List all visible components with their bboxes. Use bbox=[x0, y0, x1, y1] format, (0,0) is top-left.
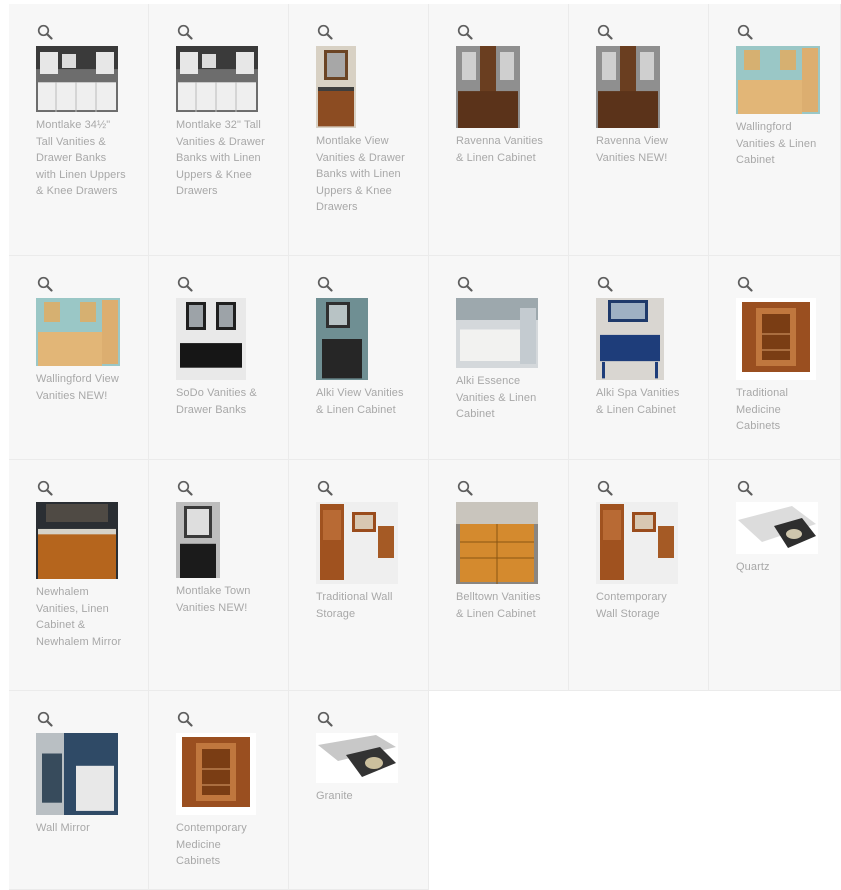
product-thumbnail[interactable] bbox=[596, 298, 664, 380]
empty-cell bbox=[429, 691, 569, 890]
product-label[interactable]: Contemporary Wall Storage bbox=[596, 589, 688, 622]
product-label[interactable]: Alki Essence Vanities & Linen Cabinet bbox=[456, 373, 548, 423]
product-thumbnail[interactable] bbox=[456, 502, 538, 584]
product-label[interactable]: Traditional Wall Storage bbox=[316, 589, 408, 622]
product-thumbnail[interactable] bbox=[316, 502, 398, 584]
empty-cell bbox=[569, 691, 709, 890]
product-label[interactable]: Montlake Town Vanities NEW! bbox=[176, 583, 268, 616]
product-tile[interactable]: Alki Spa Vanities & Linen Cabinet bbox=[569, 256, 709, 460]
search-icon[interactable] bbox=[37, 711, 53, 727]
grid-row: Newhalem Vanities, Linen Cabinet & Newha… bbox=[9, 460, 841, 691]
search-icon[interactable] bbox=[737, 24, 753, 40]
product-thumbnail[interactable] bbox=[176, 733, 256, 815]
product-tile[interactable]: Ravenna View Vanities NEW! bbox=[569, 4, 709, 256]
product-thumbnail[interactable] bbox=[36, 46, 118, 112]
product-label[interactable]: Ravenna Vanities & Linen Cabinet bbox=[456, 133, 548, 166]
product-label[interactable]: Granite bbox=[316, 788, 408, 805]
empty-cell bbox=[709, 691, 841, 890]
product-thumbnail[interactable] bbox=[596, 46, 660, 128]
product-label[interactable]: SoDo Vanities & Drawer Banks bbox=[176, 385, 268, 418]
product-label[interactable]: Wall Mirror bbox=[36, 820, 128, 837]
product-thumbnail[interactable] bbox=[176, 46, 258, 112]
search-icon[interactable] bbox=[457, 24, 473, 40]
search-icon[interactable] bbox=[177, 711, 193, 727]
product-tile[interactable]: Quartz bbox=[709, 460, 841, 691]
product-thumbnail[interactable] bbox=[36, 298, 120, 366]
product-tile[interactable]: Belltown Vanities & Linen Cabinet bbox=[429, 460, 569, 691]
grid-row: Wallingford View Vanities NEW! SoDo Vani… bbox=[9, 256, 841, 460]
product-tile[interactable]: Granite bbox=[289, 691, 429, 890]
product-thumbnail[interactable] bbox=[36, 733, 118, 815]
product-tile[interactable]: Wallingford View Vanities NEW! bbox=[9, 256, 149, 460]
product-tile[interactable]: Traditional Wall Storage bbox=[289, 460, 429, 691]
product-thumbnail[interactable] bbox=[36, 502, 118, 579]
product-tile[interactable]: Contemporary Wall Storage bbox=[569, 460, 709, 691]
product-tile[interactable]: Wallingford Vanities & Linen Cabinet bbox=[709, 4, 841, 256]
search-icon[interactable] bbox=[177, 480, 193, 496]
product-tile[interactable]: Wall Mirror bbox=[9, 691, 149, 890]
product-label[interactable]: Wallingford View Vanities NEW! bbox=[36, 371, 128, 404]
product-thumbnail[interactable] bbox=[316, 298, 368, 380]
search-icon[interactable] bbox=[317, 276, 333, 292]
product-thumbnail[interactable] bbox=[736, 502, 818, 554]
product-label[interactable]: Belltown Vanities & Linen Cabinet bbox=[456, 589, 548, 622]
search-icon[interactable] bbox=[317, 480, 333, 496]
search-icon[interactable] bbox=[317, 24, 333, 40]
product-tile[interactable]: Montlake 34½" Tall Vanities & Drawer Ban… bbox=[9, 4, 149, 256]
product-label[interactable]: Montlake View Vanities & Drawer Banks wi… bbox=[316, 133, 408, 216]
product-thumbnail[interactable] bbox=[316, 733, 398, 783]
search-icon[interactable] bbox=[317, 711, 333, 727]
product-label[interactable]: Montlake 34½" Tall Vanities & Drawer Ban… bbox=[36, 117, 128, 200]
product-tile[interactable]: Traditional Medicine Cabinets bbox=[709, 256, 841, 460]
product-thumbnail[interactable] bbox=[316, 46, 356, 128]
search-icon[interactable] bbox=[177, 24, 193, 40]
search-icon[interactable] bbox=[457, 276, 473, 292]
product-thumbnail[interactable] bbox=[736, 46, 820, 114]
product-label[interactable]: Alki Spa Vanities & Linen Cabinet bbox=[596, 385, 688, 418]
search-icon[interactable] bbox=[597, 24, 613, 40]
search-icon[interactable] bbox=[737, 480, 753, 496]
grid-row: Montlake 34½" Tall Vanities & Drawer Ban… bbox=[9, 4, 841, 256]
product-tile[interactable]: SoDo Vanities & Drawer Banks bbox=[149, 256, 289, 460]
product-label[interactable]: Montlake 32" Tall Vanities & Drawer Bank… bbox=[176, 117, 268, 200]
grid-row: Wall Mirror Contemporary Medicine Cabine… bbox=[9, 691, 841, 890]
product-label[interactable]: Newhalem Vanities, Linen Cabinet & Newha… bbox=[36, 584, 128, 650]
product-label[interactable]: Wallingford Vanities & Linen Cabinet bbox=[736, 119, 828, 169]
search-icon[interactable] bbox=[37, 24, 53, 40]
product-thumbnail[interactable] bbox=[176, 502, 220, 578]
search-icon[interactable] bbox=[737, 276, 753, 292]
product-tile[interactable]: Montlake View Vanities & Drawer Banks wi… bbox=[289, 4, 429, 256]
search-icon[interactable] bbox=[457, 480, 473, 496]
product-thumbnail[interactable] bbox=[736, 298, 816, 380]
product-tile[interactable]: Contemporary Medicine Cabinets bbox=[149, 691, 289, 890]
product-tile[interactable]: Montlake 32" Tall Vanities & Drawer Bank… bbox=[149, 4, 289, 256]
search-icon[interactable] bbox=[597, 480, 613, 496]
search-icon[interactable] bbox=[37, 480, 53, 496]
product-label[interactable]: Traditional Medicine Cabinets bbox=[736, 385, 828, 435]
product-label[interactable]: Alki View Vanities & Linen Cabinet bbox=[316, 385, 408, 418]
product-tile[interactable]: Newhalem Vanities, Linen Cabinet & Newha… bbox=[9, 460, 149, 691]
product-label[interactable]: Quartz bbox=[736, 559, 828, 576]
product-tile[interactable]: Alki View Vanities & Linen Cabinet bbox=[289, 256, 429, 460]
search-icon[interactable] bbox=[597, 276, 613, 292]
product-tile[interactable]: Ravenna Vanities & Linen Cabinet bbox=[429, 4, 569, 256]
search-icon[interactable] bbox=[37, 276, 53, 292]
product-tile[interactable]: Alki Essence Vanities & Linen Cabinet bbox=[429, 256, 569, 460]
product-label[interactable]: Ravenna View Vanities NEW! bbox=[596, 133, 688, 166]
search-icon[interactable] bbox=[177, 276, 193, 292]
product-thumbnail[interactable] bbox=[456, 46, 520, 128]
product-tile[interactable]: Montlake Town Vanities NEW! bbox=[149, 460, 289, 691]
product-thumbnail[interactable] bbox=[176, 298, 246, 380]
product-thumbnail[interactable] bbox=[456, 298, 538, 368]
product-thumbnail[interactable] bbox=[596, 502, 678, 584]
product-label[interactable]: Contemporary Medicine Cabinets bbox=[176, 820, 268, 870]
product-grid: Montlake 34½" Tall Vanities & Drawer Ban… bbox=[9, 4, 841, 890]
